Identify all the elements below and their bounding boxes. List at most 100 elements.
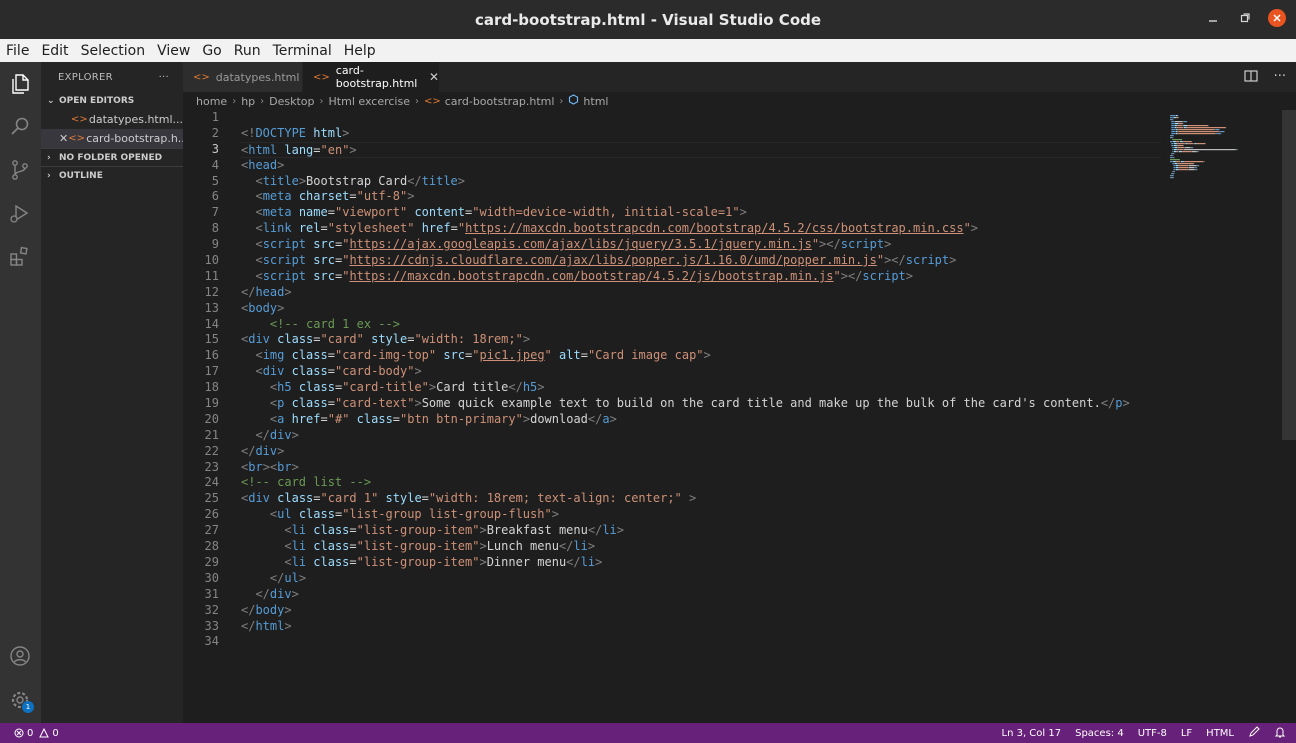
vertical-scrollbar[interactable] [1282,110,1296,440]
minimap[interactable] [1168,110,1282,180]
code-line[interactable]: <h5 class="card-title">Card title</h5> [241,380,1161,396]
language-mode[interactable]: HTML [1206,728,1234,739]
code-line[interactable]: <div class="card" style="width: 18rem;"> [241,332,1161,348]
chevron-down-icon: ⌄ [47,96,55,106]
maximize-button[interactable] [1236,9,1254,27]
code-line[interactable]: </body> [241,603,1161,619]
code-line[interactable]: <script src="https://maxcdn.bootstrapcdn… [241,269,1161,285]
code-line[interactable]: <a href="#" class="btn btn-primary">down… [241,412,1161,428]
code-token: "btn btn-primary" [400,411,523,426]
code-token: class [298,507,335,522]
minimap-line [1188,165,1189,167]
code-token: </ [407,173,422,188]
code-token: body [248,300,278,315]
notifications-bell-icon[interactable] [1274,726,1286,741]
breadcrumb-item[interactable]: Html excercise [329,95,410,108]
code-line[interactable]: <!-- card list --> [241,475,1161,491]
code-line[interactable]: <html lang="en"> [241,141,1161,158]
code-line[interactable]: <link rel="stylesheet" href="https://max… [241,221,1161,237]
code-line[interactable]: <meta charset="utf-8"> [241,189,1161,205]
code-line[interactable]: <div class="card-body"> [241,364,1161,380]
minimap-line [1171,129,1172,131]
minimap-line [1215,129,1219,131]
more-actions-button[interactable]: ··· [159,72,169,83]
code-line[interactable]: <li class="list-group-item">Breakfast me… [241,523,1161,539]
code-line[interactable]: </ul> [241,571,1161,587]
menu-go[interactable]: Go [202,43,221,59]
code-line[interactable]: <li class="list-group-item">Dinner menu<… [241,555,1161,571]
feedback-icon[interactable] [1248,725,1260,741]
restore-icon [1240,13,1250,23]
encoding[interactable]: UTF-8 [1138,728,1167,739]
menu-view[interactable]: View [157,43,190,59]
code-line[interactable]: <ul class="list-group list-group-flush"> [241,507,1161,523]
code-line[interactable]: <img class="card-img-top" src="pic1.jpeg… [241,348,1161,364]
code-area[interactable]: <!DOCTYPE html> <html lang="en"> <head> <t… [241,110,1161,650]
more-actions-icon[interactable]: ··· [1274,69,1286,87]
code-line[interactable]: <!-- card 1 ex --> [241,317,1161,333]
code-line[interactable]: <!DOCTYPE html> [241,126,1161,142]
menu-run[interactable]: Run [234,43,261,59]
code-token: class [356,411,393,426]
menu-edit[interactable]: Edit [41,43,68,59]
breadcrumb-item[interactable]: card-bootstrap.html [445,95,555,108]
breadcrumb-item[interactable]: html [583,95,608,108]
code-line[interactable]: <div class="card 1" style="width: 18rem;… [241,491,1161,507]
no-folder-section[interactable]: › NO FOLDER OPENED [41,148,183,166]
account-icon[interactable] [8,644,32,668]
outline-section[interactable]: › OUTLINE [41,166,183,184]
close-window-button[interactable] [1268,9,1286,27]
indentation[interactable]: Spaces: 4 [1075,728,1124,739]
open-editors-section[interactable]: ⌄ OPEN EDITORS [41,92,183,110]
minimap-line [1196,151,1198,153]
code-line[interactable] [241,110,1161,126]
breadcrumb-item[interactable]: home [196,95,227,108]
menu-selection[interactable]: Selection [81,43,146,59]
problems-status[interactable]: 0 0 [14,728,59,739]
breadcrumb-item[interactable]: hp [241,95,255,108]
search-icon[interactable] [8,114,32,138]
code-line[interactable]: <script src="https://cdnjs.cloudflare.co… [241,253,1161,269]
code-line[interactable]: <head> [241,158,1161,174]
code-line[interactable]: </head> [241,285,1161,301]
extensions-icon[interactable] [8,244,32,268]
split-editor-icon[interactable] [1243,69,1258,87]
code-line[interactable]: </div> [241,428,1161,444]
code-token: </ [255,427,270,442]
end-of-line[interactable]: LF [1181,728,1192,739]
minimap-line [1171,129,1175,131]
code-token: > [587,539,596,554]
run-debug-icon[interactable] [8,201,32,225]
open-editor-item-active[interactable]: ✕ <> card-bootstrap.h... [41,129,183,148]
menu-help[interactable]: Help [344,43,376,59]
breadcrumb-item[interactable]: Desktop [269,95,314,108]
code-line[interactable]: <li class="list-group-item">Lunch menu</… [241,539,1161,555]
code-line[interactable] [241,634,1161,650]
code-token: li [291,554,307,569]
tab-card-bootstrap[interactable]: <> card-bootstrap.html ✕ [303,62,439,92]
menu-terminal[interactable]: Terminal [273,43,332,59]
code-line[interactable]: <br><br> [241,460,1161,476]
code-line[interactable]: <p class="card-text">Some quick example … [241,396,1161,412]
menu-file[interactable]: File [6,43,29,59]
code-line[interactable]: </html> [241,619,1161,635]
open-editor-item[interactable]: <> datatypes.html... [41,110,183,129]
code-line[interactable]: <script src="https://ajax.googleapis.com… [241,237,1161,253]
code-line[interactable]: </div> [241,587,1161,603]
source-control-icon[interactable] [8,158,32,182]
explorer-icon[interactable] [8,72,32,96]
cursor-position[interactable]: Ln 3, Col 17 [1002,728,1062,739]
close-icon[interactable]: ✕ [59,132,68,145]
code-line[interactable]: </div> [241,444,1161,460]
tab-datatypes[interactable]: <> datatypes.html [183,62,302,92]
minimap-line [1171,131,1175,133]
code-editor[interactable]: 1 2 3 4 5 6 7 8 9 10 11 12 13 14 15 16 17 18 19 20 21 22 23 24 2… [183,110,1296,723]
close-tab-icon[interactable]: ✕ [429,70,439,84]
code-line[interactable]: <body> [241,301,1161,317]
code-token: = [313,491,321,506]
code-line[interactable]: <meta name="viewport" content="width=dev… [241,205,1161,221]
code-token: title [262,173,299,188]
minimize-button[interactable] [1204,9,1222,27]
code-line[interactable]: <title>Bootstrap Card</title> [241,174,1161,190]
